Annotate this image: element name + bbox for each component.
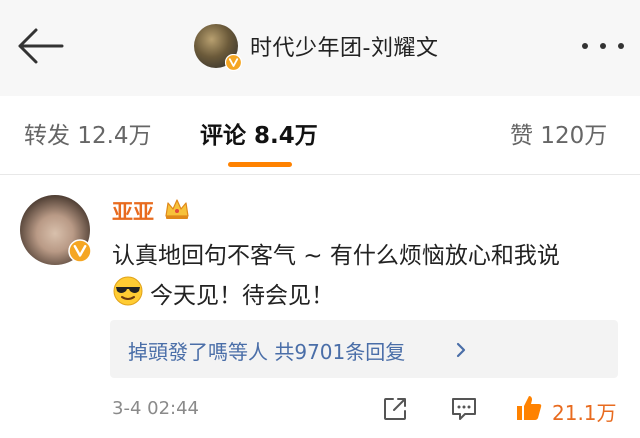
comment-text-line2: 今天见！待会见！ (150, 283, 334, 309)
reply-summary[interactable]: 掉頭發了嗎等人 共9701条回复 (128, 336, 405, 365)
divider (0, 174, 640, 175)
back-button[interactable] (14, 24, 66, 68)
crown-icon (165, 199, 189, 219)
active-tab-indicator (228, 162, 292, 167)
like-count: 21.1万 (552, 401, 617, 425)
tab-like-label: 赞 (510, 123, 533, 149)
page-title[interactable]: 时代少年团-刘耀文 (250, 30, 438, 62)
comment-icon[interactable] (450, 396, 478, 422)
tab-comment-label: 评论 (200, 123, 246, 149)
tab-like-count: 120万 (540, 123, 608, 149)
top-bar: 时代少年团-刘耀文 (0, 0, 640, 96)
chevron-right-icon (456, 342, 466, 358)
like-icon[interactable] (514, 393, 544, 423)
tab-repost-count: 12.4万 (77, 123, 152, 149)
verified-badge-icon (225, 54, 242, 71)
tab-comment[interactable]: 评论 8.4万 (200, 116, 318, 150)
comment-timestamp: 3-4 02:44 (112, 398, 199, 419)
post-author[interactable]: 时代少年团-刘耀文 (194, 20, 438, 72)
commenter-username[interactable]: 亚亚 (112, 196, 154, 226)
commenter-avatar[interactable] (20, 195, 92, 265)
verified-badge-icon (68, 239, 92, 263)
tab-repost[interactable]: 转发 12.4万 (24, 116, 152, 150)
more-button[interactable] (582, 36, 624, 56)
tab-comment-count: 8.4万 (254, 123, 318, 149)
comment-text: 认真地回句不客气 ~ 有什么烦恼放心和我说 (112, 243, 560, 269)
tab-bar: 转发 12.4万 评论 8.4万 赞 120万 (0, 96, 640, 174)
back-arrow-icon (18, 28, 64, 64)
more-icon (582, 43, 588, 49)
cool-emoji-icon (113, 276, 143, 306)
more-icon-dot (600, 43, 606, 49)
tab-repost-label: 转发 (24, 123, 70, 149)
author-avatar[interactable] (194, 24, 242, 71)
more-icon-dot (618, 43, 624, 49)
share-icon[interactable] (382, 396, 408, 422)
reply-summary-box[interactable]: 掉頭發了嗎等人 共9701条回复 (110, 320, 618, 378)
tab-like[interactable]: 赞 120万 (510, 116, 607, 150)
